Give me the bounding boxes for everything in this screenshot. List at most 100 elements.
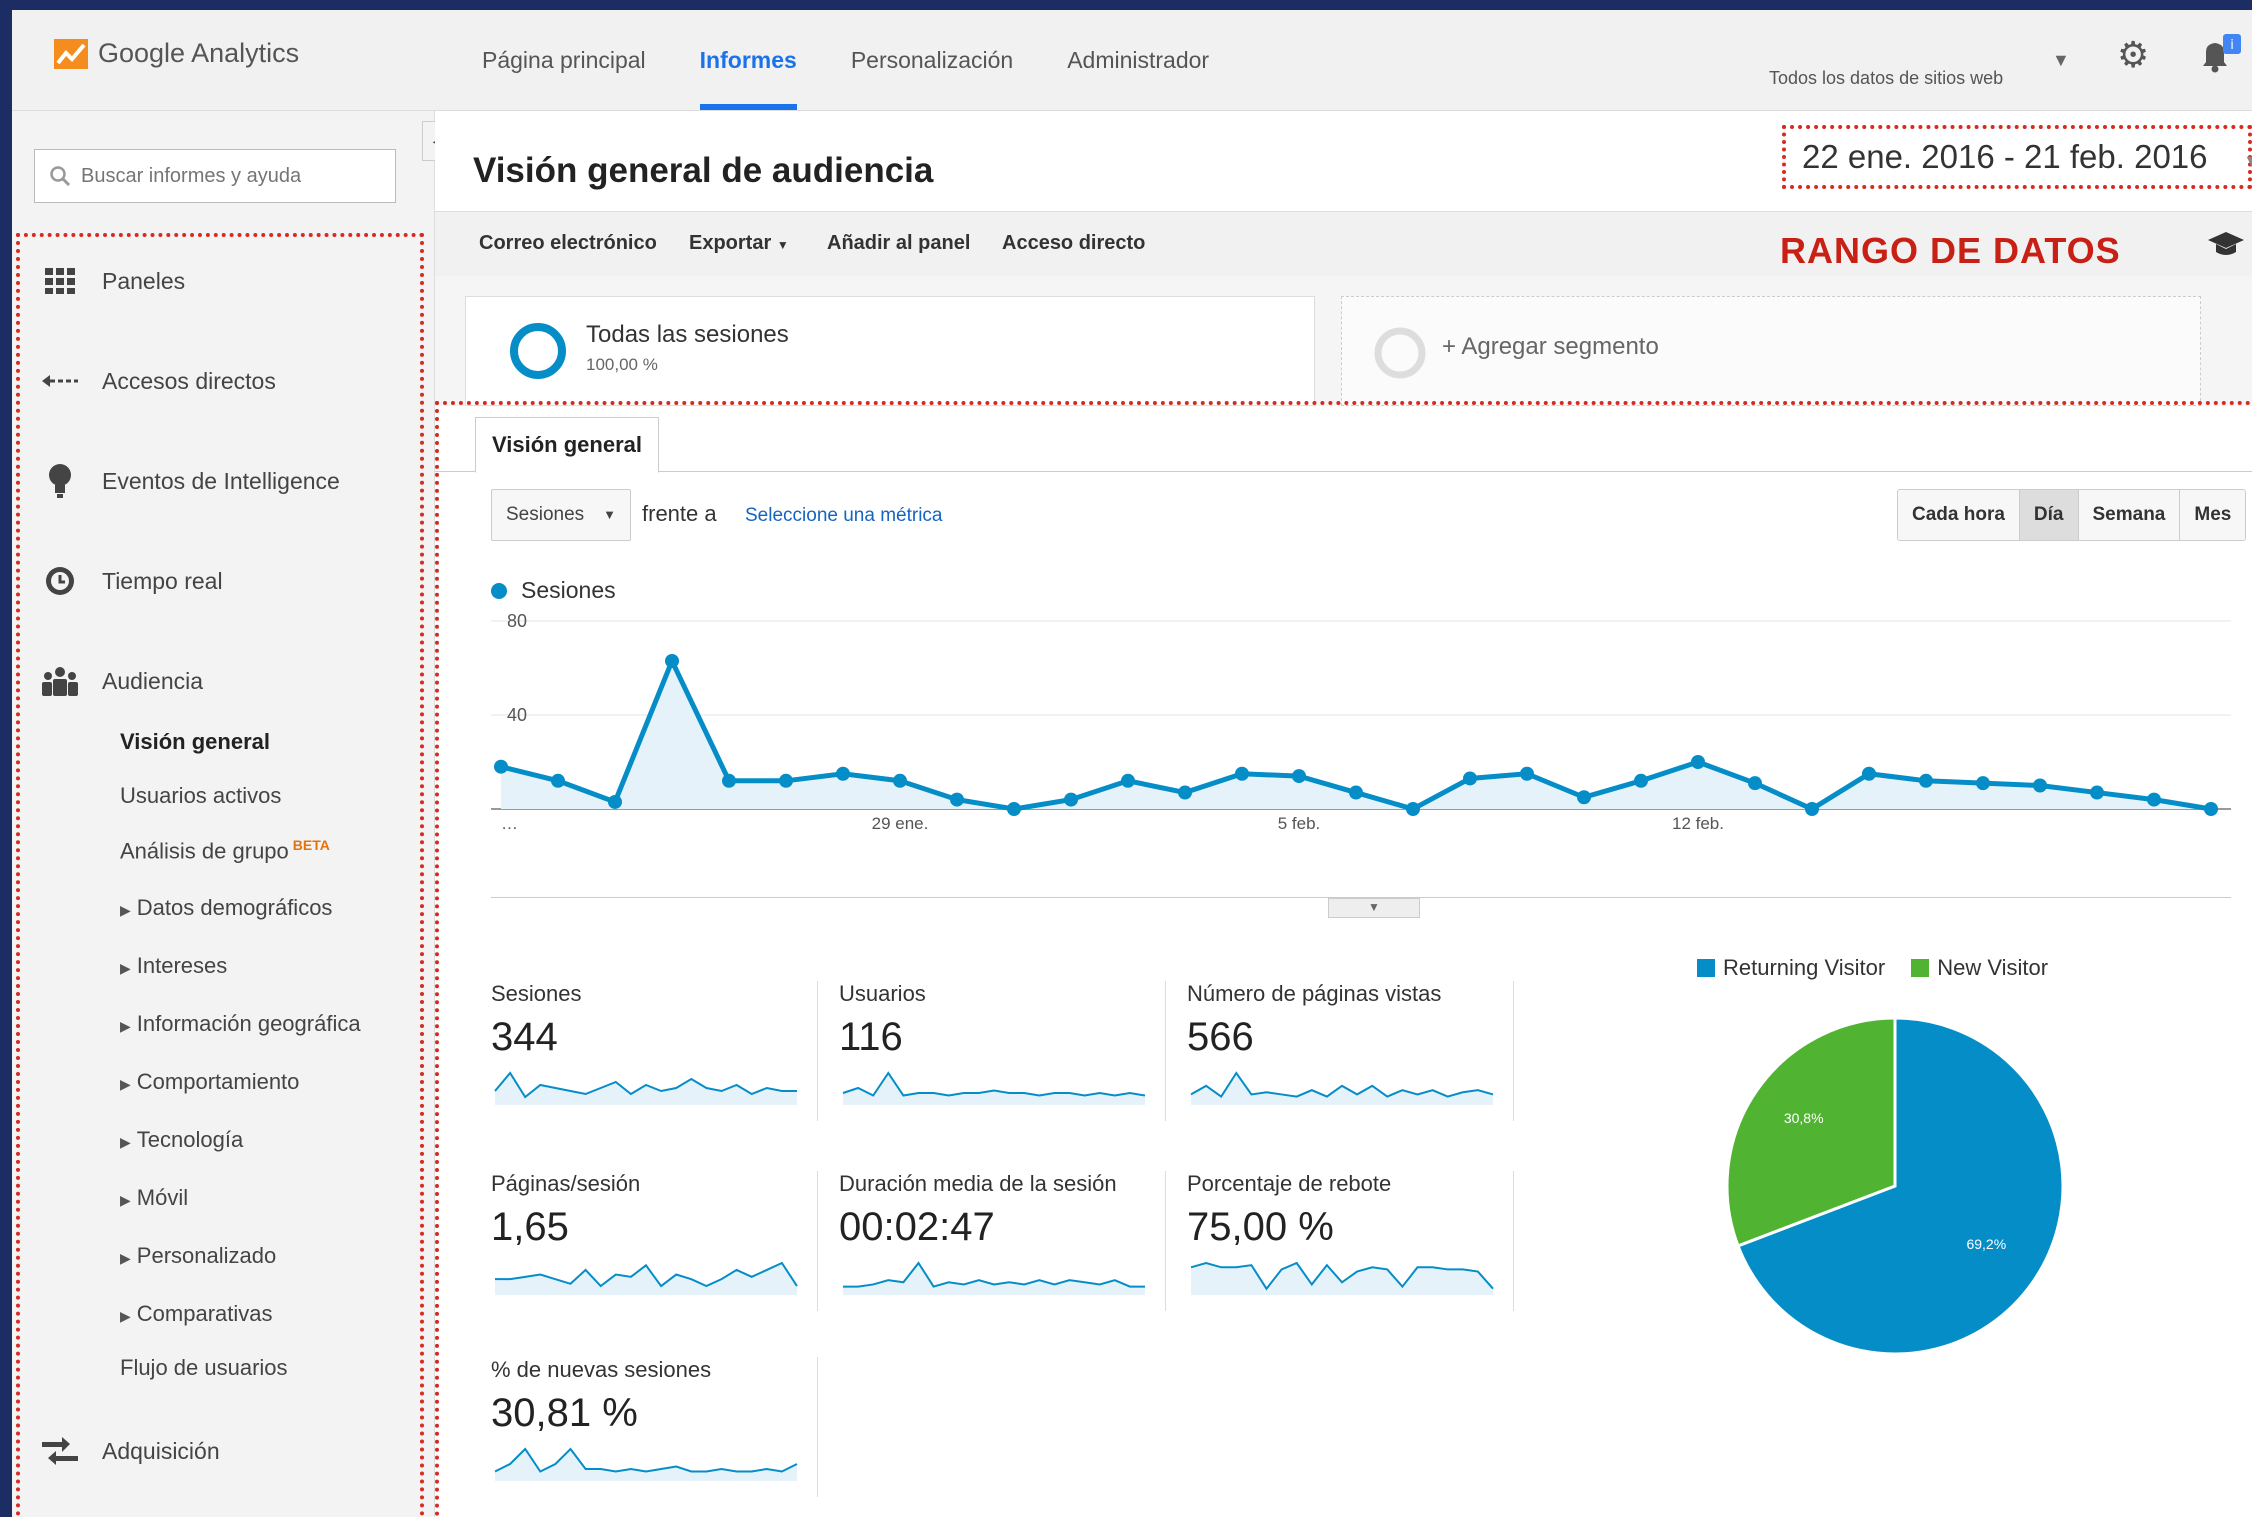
sidebar-sub-cohort[interactable]: Análisis de grupo BETA <box>120 837 330 864</box>
data-point[interactable] <box>1007 802 1021 816</box>
data-point[interactable] <box>1577 790 1591 805</box>
search-input[interactable] <box>79 163 383 189</box>
data-point[interactable] <box>1463 771 1477 786</box>
sidebar-item-shortcuts[interactable]: Accesos directos <box>42 363 276 399</box>
nav-reports[interactable]: Informes <box>673 10 824 110</box>
add-segment-box[interactable]: + Agregar segmento <box>1341 296 2201 406</box>
data-point[interactable] <box>2204 802 2218 816</box>
date-range-picker[interactable]: 22 ene. 2016 - 21 feb. 2016 <box>1782 125 2252 189</box>
add-segment-link[interactable]: + Agregar segmento <box>1442 333 1659 361</box>
metric-card-pageviews[interactable]: Número de páginas vistas 566 <box>1187 981 1514 1121</box>
data-point[interactable] <box>494 759 508 774</box>
sidebar-sub-interests[interactable]: ▶ Intereses <box>120 953 227 979</box>
data-point[interactable] <box>836 766 850 781</box>
data-point[interactable] <box>1691 755 1705 769</box>
data-point[interactable] <box>950 792 964 807</box>
nav-home[interactable]: Página principal <box>455 10 673 110</box>
sidebar-sub-geo[interactable]: ▶ Información geográfica <box>120 1011 361 1037</box>
beta-badge: BETA <box>292 837 330 853</box>
chart-expand-button[interactable]: ▼ <box>1328 898 1420 918</box>
nav-admin[interactable]: Administrador <box>1040 10 1236 110</box>
metric-card-bounce-rate[interactable]: Porcentaje de rebote 75,00 % <box>1187 1171 1514 1311</box>
email-button[interactable]: Correo electrónico <box>479 232 657 255</box>
sidebar-item-acquisition[interactable]: Adquisición <box>42 1433 220 1469</box>
metric-card-new-sessions[interactable]: % de nuevas sesiones 30,81 % <box>491 1357 818 1497</box>
add-to-dashboard-button[interactable]: Añadir al panel <box>827 232 970 255</box>
pie-legend-returning[interactable]: Returning Visitor <box>1697 955 1885 981</box>
sidebar-item-audience[interactable]: Audiencia <box>42 663 203 699</box>
data-point[interactable] <box>1178 785 1192 800</box>
sidebar-item-realtime[interactable]: Tiempo real <box>42 563 223 599</box>
granularity-week-button[interactable]: Semana <box>2078 490 2181 540</box>
graduation-cap-icon[interactable] <box>2208 232 2244 258</box>
clock-icon <box>42 563 78 599</box>
data-point[interactable] <box>1349 785 1363 800</box>
segment-bar: Todas las sesiones 100,00 % + Agregar se… <box>435 276 2252 406</box>
data-point[interactable] <box>722 773 736 788</box>
data-point[interactable] <box>1862 766 1876 781</box>
data-point[interactable] <box>1919 773 1933 788</box>
export-button[interactable]: Exportar ▼ <box>689 232 789 255</box>
caret-down-icon[interactable]: ▼ <box>2243 151 2252 172</box>
sidebar-sub-custom[interactable]: ▶ Personalizado <box>120 1243 276 1269</box>
metric-dropdown[interactable]: Sesiones ▼ <box>491 489 631 541</box>
search-box[interactable] <box>34 149 396 203</box>
data-point[interactable] <box>665 653 679 668</box>
pie-slice-label: 30,8% <box>1784 1110 1824 1126</box>
data-point[interactable] <box>779 773 793 788</box>
export-label: Exportar <box>689 232 772 254</box>
data-point[interactable] <box>2147 792 2161 807</box>
data-point[interactable] <box>1064 792 1078 807</box>
data-point[interactable] <box>1634 773 1648 788</box>
sidebar-item-intelligence[interactable]: Eventos de Intelligence <box>42 463 340 499</box>
logo[interactable]: Google Analytics <box>54 38 299 69</box>
sidebar-sub-users-flow[interactable]: Flujo de usuarios <box>120 1355 288 1381</box>
granularity-day-button[interactable]: Día <box>2019 490 2079 540</box>
metric-card-pages-per-session[interactable]: Páginas/sesión 1,65 <box>491 1171 818 1311</box>
sidebar-sub-label: Personalizado <box>136 1243 277 1268</box>
sidebar-item-label: Paneles <box>102 267 186 294</box>
pie-legend-new[interactable]: New Visitor <box>1911 955 2048 981</box>
data-point[interactable] <box>608 794 622 809</box>
data-point[interactable] <box>1976 776 1990 791</box>
granularity-month-button[interactable]: Mes <box>2180 490 2246 540</box>
select-metric-link[interactable]: Seleccione una métrica <box>745 505 943 527</box>
sessions-line-chart: 80 40 … 29 ene. 5 feb. 12 feb. <box>491 611 2231 831</box>
data-point[interactable] <box>893 773 907 788</box>
metric-label: Duración media de la sesión <box>839 1171 1117 1196</box>
data-point[interactable] <box>1805 802 1819 816</box>
data-point[interactable] <box>1520 766 1534 781</box>
data-point[interactable] <box>1235 766 1249 781</box>
metric-label: Páginas/sesión <box>491 1171 641 1196</box>
metric-card-sessions[interactable]: Sesiones 344 <box>491 981 818 1121</box>
sidebar-sub-mobile[interactable]: ▶ Móvil <box>120 1185 188 1211</box>
people-icon <box>42 663 78 699</box>
sidebar-sub-demographics[interactable]: ▶ Datos demográficos <box>120 895 332 921</box>
data-point[interactable] <box>551 773 565 788</box>
granularity-hourly-button[interactable]: Cada hora <box>1898 490 2020 540</box>
metric-card-avg-session-duration[interactable]: Duración media de la sesión 00:02:47 <box>839 1171 1166 1311</box>
sidebar-sub-active-users[interactable]: Usuarios activos <box>120 783 281 809</box>
sidebar-sub-overview[interactable]: Visión general <box>120 729 270 755</box>
segment-all-sessions[interactable]: Todas las sesiones 100,00 % <box>465 296 1315 406</box>
data-point[interactable] <box>1121 773 1135 788</box>
sidebar-sub-technology[interactable]: ▶ Tecnología <box>120 1127 243 1153</box>
sparkline-line <box>494 1447 798 1473</box>
gear-icon[interactable]: ⚙ <box>2117 34 2149 76</box>
data-point[interactable] <box>1748 776 1762 791</box>
sidebar-sub-benchmarking[interactable]: ▶ Comparativas <box>120 1301 273 1327</box>
notification-bell-icon[interactable]: i <box>2197 32 2241 76</box>
data-point[interactable] <box>1406 802 1420 816</box>
nav-customization[interactable]: Personalización <box>824 10 1040 110</box>
main-content: Visión general de audiencia 22 ene. 2016… <box>435 111 2252 1517</box>
tab-overview[interactable]: Visión general <box>475 417 659 473</box>
shortcut-button[interactable]: Acceso directo <box>1002 232 1145 255</box>
metric-card-users[interactable]: Usuarios 116 <box>839 981 1166 1121</box>
data-point[interactable] <box>1292 769 1306 784</box>
data-point[interactable] <box>2033 778 2047 793</box>
sidebar-item-paneles[interactable]: Paneles <box>42 263 185 299</box>
caret-down-icon[interactable]: ▼ <box>2052 50 2070 71</box>
account-selector[interactable]: Todos los datos de sitios web <box>1769 68 2003 89</box>
sidebar-sub-behavior[interactable]: ▶ Comportamiento <box>120 1069 299 1095</box>
data-point[interactable] <box>2090 785 2104 800</box>
